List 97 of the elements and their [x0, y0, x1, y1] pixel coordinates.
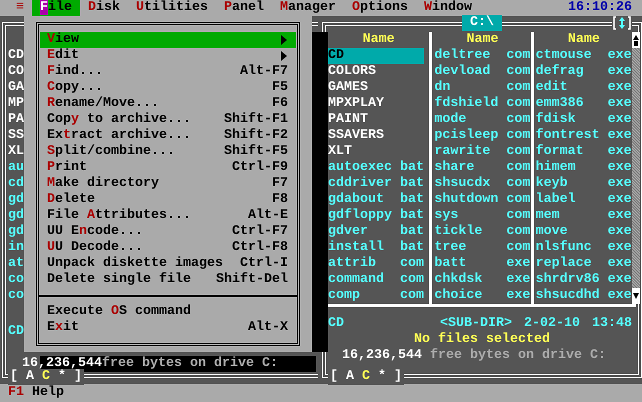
file-entry[interactable]: pcisleep com	[434, 128, 530, 144]
file-entry[interactable]: sys com	[434, 208, 530, 224]
menu-item[interactable]: UU Decode... Ctrl-F8	[40, 240, 296, 256]
menu-item[interactable]: Execute OS command	[40, 304, 296, 320]
menu-item[interactable]: Window	[416, 0, 480, 16]
menu-item[interactable]: Split/combine... Shift-F5	[40, 144, 296, 160]
help-key[interactable]: F1 Help	[8, 385, 64, 401]
menu-item[interactable]: Utilities	[128, 0, 216, 16]
file-entry[interactable]: shrdrv86 exe	[536, 272, 632, 288]
file-entry[interactable]: fontrest exe	[536, 128, 632, 144]
file-entry[interactable]: shsucdx com	[434, 176, 530, 192]
system-menu-button[interactable]: ≡	[8, 0, 32, 16]
bracket: ]	[74, 369, 82, 385]
menu-item[interactable]: Options	[344, 0, 416, 16]
drive-button[interactable]: *	[378, 369, 386, 385]
bracket: ]	[394, 369, 402, 385]
file-entry[interactable]: edit exe	[536, 80, 632, 96]
file-entry[interactable]: attrib com	[328, 256, 424, 272]
file-entry[interactable]: tickle com	[434, 224, 530, 240]
file-date: 2-02-10	[524, 316, 580, 332]
free-space-text: 16,236,544 free bytes on drive C:	[341, 348, 606, 364]
file-entry[interactable]: rawrite com	[434, 144, 530, 160]
menu-item[interactable]: File	[32, 0, 80, 16]
menu-item[interactable]: Exit Alt-X	[40, 320, 296, 336]
file-entry[interactable]: MPXPLAY	[328, 96, 424, 112]
file-entry[interactable]: gdabout bat	[328, 192, 424, 208]
file-entry[interactable]: mode com	[434, 112, 530, 128]
file-entry[interactable]: label exe	[536, 192, 632, 208]
file-entry[interactable]: choice exe	[434, 288, 530, 304]
file-entry[interactable]: move exe	[536, 224, 632, 240]
file-entry[interactable]: cddriver bat	[328, 176, 424, 192]
drive-button[interactable]: C	[362, 369, 370, 385]
current-file-name: CD	[328, 316, 344, 332]
file-entry[interactable]: SSAVERS	[328, 128, 424, 144]
file-entry[interactable]: share com	[434, 160, 530, 176]
bracket: [	[330, 369, 338, 385]
file-entry[interactable]: install bat	[328, 240, 424, 256]
file-entry[interactable]: CD	[328, 48, 424, 64]
file-entry[interactable]: batt exe	[434, 256, 530, 272]
column-header: Name	[566, 32, 601, 48]
file-entry[interactable]: mem exe	[536, 208, 632, 224]
menu-item[interactable]: Copy to archive... Shift-F1	[40, 112, 296, 128]
drive-button[interactable]: A	[346, 369, 354, 385]
file-entry[interactable]: GAMES	[328, 80, 424, 96]
menu-item[interactable]: Print Ctrl-F9	[40, 160, 296, 176]
file-entry[interactable]: defrag exe	[536, 64, 632, 80]
file-entry[interactable]: keyb exe	[536, 176, 632, 192]
selection-status: No files selected	[414, 332, 550, 348]
file-entry[interactable]: deltree com	[434, 48, 530, 64]
file-entry[interactable]: autoexec bat	[328, 160, 424, 176]
file-entry[interactable]: emm386 exe	[536, 96, 632, 112]
file-entry[interactable]: gdver bat	[328, 224, 424, 240]
file-entry[interactable]: format exe	[536, 144, 632, 160]
current-file-name: CD	[8, 324, 24, 340]
bracket: [	[10, 369, 18, 385]
file-type: <SUB-DIR>	[440, 316, 512, 332]
file-entry[interactable]: comp com	[328, 288, 424, 304]
drive-button[interactable]: A	[26, 369, 34, 385]
file-entry[interactable]: dn com	[434, 80, 530, 96]
menu-item[interactable]: Disk	[80, 0, 128, 16]
file-entry[interactable]: devload com	[434, 64, 530, 80]
clock: 16:10:26	[568, 0, 632, 16]
drive-button[interactable]: *	[58, 369, 66, 385]
file-entry[interactable]: ctmouse exe	[536, 48, 632, 64]
menu-item[interactable]: Extract archive... Shift-F2	[40, 128, 296, 144]
file-entry[interactable]: replace exe	[536, 256, 632, 272]
menu-item[interactable]: Panel	[216, 0, 272, 16]
file-entry[interactable]: nlsfunc exe	[536, 240, 632, 256]
panel-title: C:\	[462, 15, 502, 31]
drive-button[interactable]: C	[42, 369, 50, 385]
menu-item[interactable]: View	[40, 32, 296, 48]
file-entry[interactable]: chkdsk exe	[434, 272, 530, 288]
menu-item[interactable]: Make directory F7	[40, 176, 296, 192]
menu-item[interactable]: Copy... F5	[40, 80, 296, 96]
file-entry[interactable]: fdisk exe	[536, 112, 632, 128]
file-entry[interactable]: COLORS	[328, 64, 424, 80]
column-header: Name	[362, 32, 396, 48]
menu-item[interactable]: Find... Alt-F7	[40, 64, 296, 80]
menu-item[interactable]: Rename/Move... F6	[40, 96, 296, 112]
column-header: Name	[465, 32, 500, 48]
file-entry[interactable]: command com	[328, 272, 424, 288]
file-entry[interactable]: gdfloppy bat	[328, 208, 424, 224]
file-entry[interactable]: shutdown com	[434, 192, 530, 208]
menu-item[interactable]: Edit	[40, 48, 296, 64]
file-entry[interactable]: XLT	[328, 144, 424, 160]
menu-item[interactable]: UU Encode... Ctrl-F7	[40, 224, 296, 240]
file-entry[interactable]: shsucdhd exe	[536, 288, 632, 304]
file-entry[interactable]: himem exe	[536, 160, 632, 176]
file-entry[interactable]: tree com	[434, 240, 530, 256]
file-entry[interactable]: fdshield com	[434, 96, 530, 112]
menu-item[interactable]: Delete F8	[40, 192, 296, 208]
menu-item[interactable]: Manager	[272, 0, 344, 16]
menu-item[interactable]: Delete single file Shift-Del	[40, 272, 296, 288]
menu-item[interactable]: File Attributes... Alt-E	[40, 208, 296, 224]
menu-item[interactable]: Unpack diskette images Ctrl-I	[40, 256, 296, 272]
file-time: 13:48	[592, 316, 632, 332]
file-entry[interactable]: PAINT	[328, 112, 424, 128]
